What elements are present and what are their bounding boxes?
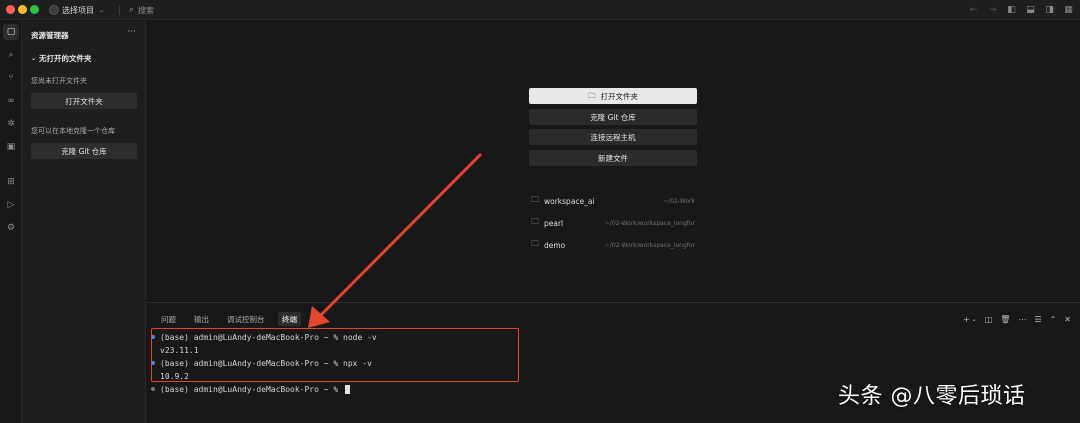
open-folder-button[interactable]: 打开文件夹 bbox=[31, 93, 137, 109]
folder-open-icon: 🗀 bbox=[588, 90, 596, 100]
tab-problems[interactable]: 问题 bbox=[157, 312, 180, 326]
forward-arrow-icon[interactable]: → bbox=[987, 5, 998, 15]
recent-name: pearl bbox=[544, 218, 564, 228]
terminal-line: (base) admin@LuAndy-deMacBook-Pro ~ % bbox=[151, 383, 351, 395]
new-terminal-icon[interactable]: + bbox=[963, 315, 970, 324]
welcome-clone-button[interactable]: 克隆 Git 仓库 bbox=[529, 109, 697, 125]
toggle-panel-icon[interactable]: ⬓ bbox=[1025, 5, 1036, 15]
toggle-secondary-sidebar-icon[interactable]: ◨ bbox=[1044, 5, 1055, 15]
settings-icon[interactable]: ⚙ bbox=[3, 220, 19, 236]
folder-icon: 🗀 bbox=[531, 217, 539, 226]
welcome-open-folder-button[interactable]: 🗀 打开文件夹 bbox=[529, 88, 697, 104]
no-folder-text: 您尚未打开文件夹 bbox=[31, 77, 87, 85]
tune-icon[interactable]: ☰ bbox=[1034, 315, 1041, 324]
project-icon bbox=[49, 5, 59, 15]
recent-item[interactable]: 🗀 demo ~/02-Work/workspace_longfor bbox=[531, 239, 695, 251]
tab-output[interactable]: 输出 bbox=[190, 312, 213, 326]
welcome-open-folder-label: 打开文件夹 bbox=[600, 91, 639, 101]
tab-debug-console[interactable]: 调试控制台 bbox=[223, 312, 269, 326]
tab-terminal[interactable]: 终端 bbox=[278, 312, 301, 326]
section-title: 无打开的文件夹 bbox=[39, 54, 92, 63]
chevron-down-icon: ⌄ bbox=[99, 6, 105, 14]
panel-toolbar: + ⌄ ◫ 🗑 ⋯ ☰ ⌃ ✕ bbox=[963, 312, 1071, 326]
debug-icon[interactable]: ✲ bbox=[3, 116, 19, 132]
minimize-window-button[interactable] bbox=[18, 5, 27, 14]
link-icon[interactable]: ∞ bbox=[3, 93, 19, 109]
title-bar: 选择项目 ⌄ ⌕ 搜索 ← → ◧ ⬓ ◨ ▦ bbox=[0, 0, 1080, 20]
more-icon[interactable]: ⋯ bbox=[1018, 315, 1026, 324]
recent-path: ~/02-Work bbox=[663, 197, 695, 205]
terminal-cursor bbox=[345, 384, 351, 394]
zoom-window-button[interactable] bbox=[30, 5, 39, 14]
divider bbox=[119, 5, 120, 15]
prompt-dot-icon bbox=[151, 387, 155, 391]
recent-item[interactable]: 🗀 workspace_ai ~/02-Work bbox=[531, 195, 695, 207]
watermark-text: 头条 @八零后琐话 bbox=[838, 384, 1026, 409]
welcome-connect-remote-button[interactable]: 连接远程主机 bbox=[529, 129, 697, 145]
folder-icon: 🗀 bbox=[531, 195, 539, 204]
chevron-down-icon: ⌄ bbox=[31, 55, 37, 62]
run-icon[interactable]: ▷ bbox=[3, 197, 19, 213]
search-icon: ⌕ bbox=[129, 5, 135, 15]
annotation-highlight-box bbox=[151, 328, 519, 382]
layout-icon[interactable]: ▦ bbox=[1063, 5, 1074, 15]
welcome-new-file-button[interactable]: 新建文件 bbox=[529, 150, 697, 166]
recent-item[interactable]: 🗀 pearl ~/02-Work/workspace_longfor bbox=[531, 217, 695, 229]
source-control-icon[interactable]: ⑂ bbox=[3, 70, 19, 86]
no-folder-section[interactable]: ⌄ 无打开的文件夹 bbox=[31, 53, 92, 64]
clone-repo-button[interactable]: 克隆 Git 仓库 bbox=[31, 143, 137, 159]
more-actions-icon[interactable]: ··· bbox=[127, 27, 136, 37]
recent-path: ~/02-Work/workspace_longfor bbox=[604, 219, 695, 227]
recent-name: workspace_ai bbox=[544, 196, 595, 206]
close-icon[interactable]: ✕ bbox=[1064, 315, 1071, 324]
explorer-icon[interactable]: ▢ bbox=[3, 24, 19, 40]
activity-bar: ▢ ⌕ ⑂ ∞ ✲ ▣ ⊞ ▷ ⚙ bbox=[0, 21, 22, 423]
titlebar-actions: ← → ◧ ⬓ ◨ ▦ bbox=[968, 3, 1074, 17]
extensions-icon[interactable]: ⊞ bbox=[3, 174, 19, 190]
project-selector[interactable]: 选择项目 ⌄ bbox=[49, 3, 104, 17]
search-box[interactable]: ⌕ 搜索 bbox=[129, 3, 154, 17]
toggle-sidebar-icon[interactable]: ◧ bbox=[1006, 5, 1017, 15]
explorer-sidebar: 资源管理器 ··· ⌄ 无打开的文件夹 您尚未打开文件夹 打开文件夹 您可以在本… bbox=[22, 21, 146, 423]
recent-path: ~/02-Work/workspace_longfor bbox=[604, 241, 695, 249]
clone-text: 您可以在本地克隆一个仓库 bbox=[31, 127, 115, 135]
back-arrow-icon[interactable]: ← bbox=[968, 5, 979, 15]
maximize-panel-icon[interactable]: ⌃ bbox=[1050, 315, 1057, 324]
recent-name: demo bbox=[544, 240, 566, 250]
project-label: 选择项目 bbox=[62, 5, 94, 15]
search-placeholder: 搜索 bbox=[138, 5, 155, 15]
close-window-button[interactable] bbox=[6, 5, 15, 14]
sidebar-title: 资源管理器 bbox=[31, 31, 69, 40]
remote-icon[interactable]: ▣ bbox=[3, 139, 19, 155]
split-terminal-icon[interactable]: ◫ bbox=[985, 315, 993, 324]
search-view-icon[interactable]: ⌕ bbox=[3, 47, 19, 63]
trash-icon[interactable]: 🗑 bbox=[1000, 315, 1010, 324]
folder-icon: 🗀 bbox=[531, 239, 539, 248]
chevron-down-icon[interactable]: ⌄ bbox=[972, 316, 977, 323]
